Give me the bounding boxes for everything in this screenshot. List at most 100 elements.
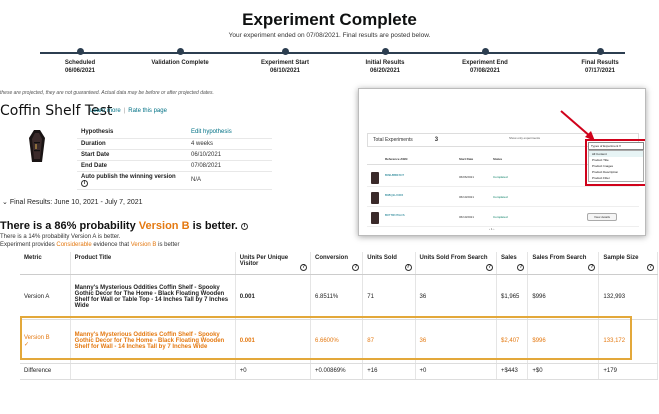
list-item: B08Q1LX3F6 06/10/2021 Completed [367, 189, 639, 207]
table-header-row: Metric Product Title Units Per Unique Vi… [20, 252, 658, 275]
metric-cell: Difference [20, 363, 71, 380]
info-row-autopublish: Auto publish the winning version i N/A [77, 171, 272, 190]
timeline-step-start: Experiment Start 06/10/2021 [230, 48, 340, 75]
show-only-toggle[interactable]: Show only experiments [509, 136, 540, 140]
edit-hypothesis-link[interactable]: Edit hypothesis [187, 127, 272, 139]
probability-heading: There is a 86% probability Version B is … [0, 220, 248, 232]
timeline-label: Final Results [581, 60, 619, 66]
col-header-label: Units Sold [367, 255, 397, 261]
sales-cell: $2,407 [496, 319, 529, 364]
sales-search-cell: +$0 [527, 363, 600, 380]
status-badge: Completed [493, 215, 508, 219]
col-header-label: Sample Size [603, 255, 639, 261]
col-sales: Sales? [496, 252, 529, 275]
view-details-button[interactable]: View details [587, 213, 617, 221]
col-product-title: Product Title [70, 252, 236, 275]
table-row-version-b: Version B ✓ Manny's Mysterious Oddities C… [20, 319, 658, 364]
col-header-label: Sales [501, 255, 517, 261]
metric-cell: Version A [20, 274, 71, 320]
info-row-start: Start Date 06/10/2021 [77, 149, 272, 161]
info-row-hypothesis: Hypothesis Edit hypothesis [77, 127, 272, 139]
upuv-cell: 0.001 [235, 319, 312, 364]
sales-search-cell: $996 [527, 319, 600, 364]
info-icon[interactable]: i [81, 179, 88, 187]
timeline-date: 06/06/2021 [64, 68, 96, 74]
timeline-step-initial: Initial Results 06/20/2021 [330, 48, 440, 75]
probability-prefix: There is a 86% probability [0, 220, 139, 232]
col-header-label: Sales From Search [532, 255, 587, 261]
red-arrow-icon [560, 110, 595, 141]
units-cell: 87 [362, 319, 416, 364]
asin-link[interactable]: B09H5BRXD7 [385, 173, 404, 177]
table-row-version-a: Version A Manny's Mysterious Oddities Co… [20, 274, 658, 320]
help-icon[interactable]: ? [517, 263, 525, 271]
product-thumbnail [371, 192, 379, 204]
timeline-label: Validation Complete [151, 60, 209, 66]
help-icon[interactable]: ? [647, 263, 654, 271]
experiment-info-table: Hypothesis Edit hypothesis Duration 4 we… [77, 127, 272, 190]
help-icon[interactable]: ? [588, 263, 596, 271]
timeline-dot [596, 48, 604, 55]
asin-link[interactable]: B08Q1LX3F6 [385, 193, 403, 197]
learn-more-link[interactable]: Learn more [90, 108, 121, 114]
help-icon[interactable]: ? [404, 263, 412, 271]
test-links: Learn more | Rate this page [90, 108, 167, 114]
timeline-date: 07/08/2021 [469, 68, 501, 74]
col-status: Status [493, 157, 503, 161]
product-thumbnail [371, 172, 379, 184]
red-annotation-box [585, 139, 645, 186]
evidence-prefix: Experiment provides [0, 242, 57, 248]
help-icon[interactable]: ? [486, 263, 494, 271]
page-subtitle: Your experiment ended on 07/08/2021. Fin… [228, 32, 431, 39]
evidence-level: Considerable [56, 242, 92, 248]
timeline-date: 07/17/2021 [584, 68, 616, 74]
col-header-label: Conversion [315, 255, 349, 261]
timeline-label: Experiment End [462, 60, 508, 66]
evidence-version: Version B [130, 242, 157, 248]
info-row-duration: Duration 4 weeks [77, 138, 272, 150]
col-header-label: Units Per Unique Visitor [239, 255, 289, 267]
info-icon[interactable]: i [240, 222, 248, 230]
metric-label: Version B [24, 334, 50, 341]
pagination[interactable]: ‹ 1 › [489, 227, 494, 231]
page-title: Experiment Complete [242, 10, 417, 29]
col-units-per-visitor: Units Per Unique Visitor? [235, 252, 312, 275]
conversion-cell: +0.00869% [310, 363, 364, 380]
units-search-cell: 36 [415, 274, 498, 320]
col-metric: Metric [20, 252, 71, 275]
asin-link[interactable]: B07TRN7GCS [385, 213, 405, 217]
final-results-label: Final Results: June 10, 2021 - July 7, 2… [9, 199, 143, 206]
checkmark-icon: ✓ [24, 341, 30, 348]
timeline-dot [381, 48, 389, 55]
timeline-label: Initial Results [365, 60, 405, 66]
list-item: B07TRN7GCS 06/10/2021 Completed View det… [367, 209, 639, 227]
rate-page-link[interactable]: Rate this page [128, 108, 167, 114]
final-results-toggle[interactable]: ⌄ Final Results: June 10, 2021 - July 7,… [2, 198, 143, 206]
start-date: 06/10/2021 [459, 195, 475, 199]
product-title-cell [70, 363, 236, 380]
help-icon[interactable]: ? [352, 263, 360, 271]
duration-value: 4 weeks [187, 138, 272, 150]
col-sales-search: Sales From Search? [527, 252, 600, 275]
conversion-cell: 6.6600% [310, 319, 364, 364]
sample-cell: +179 [598, 363, 658, 380]
projection-note: these are projected, they are not guaran… [0, 90, 214, 96]
help-icon[interactable]: ? [300, 263, 307, 271]
info-row-end: End Date 07/08/2021 [77, 160, 272, 172]
table-row-difference: Difference +0 +0.00869% +16 +0 +$443 +$0… [20, 363, 658, 380]
total-experiments-value: 3 [434, 137, 439, 143]
chevron-down-icon: ⌄ [2, 199, 8, 206]
sample-cell: 132,993 [598, 274, 658, 320]
product-title-cell: Manny's Mysterious Oddities Coffin Shelf… [70, 319, 236, 364]
results-table: Metric Product Title Units Per Unique Vi… [20, 252, 658, 380]
winning-version: Version B [138, 220, 190, 232]
upuv-cell: 0.001 [235, 274, 312, 320]
col-header-label: Units Sold From Search [419, 255, 488, 261]
units-search-cell: +0 [415, 363, 498, 380]
autopublish-label: Auto publish the winning version i [77, 171, 187, 190]
hypothesis-label: Hypothesis [77, 127, 187, 139]
start-date-value: 06/10/2021 [187, 149, 272, 161]
timeline-dot [176, 48, 184, 55]
timeline-label: Experiment Start [260, 60, 309, 66]
col-header-label: Metric [24, 255, 42, 261]
